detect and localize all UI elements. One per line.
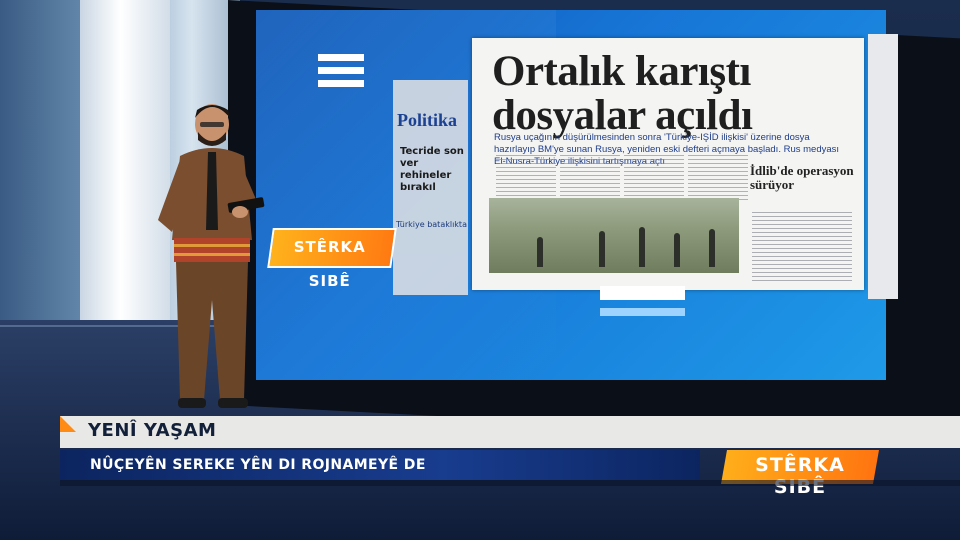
article-column xyxy=(688,155,748,200)
background-paper-name: Politika xyxy=(397,110,458,130)
background-paper-headline: Tecride son ver rehineler bırakıl xyxy=(400,146,464,193)
background-paper-caption: Türkiye bataklıkta xyxy=(396,220,467,229)
screen-bar-graphic xyxy=(600,286,685,300)
adjacent-newspaper xyxy=(868,34,898,299)
lower-third-subtitle: NÛÇEYÊN SEREKE YÊN DI ROJNAMEYÊ DE xyxy=(90,457,426,473)
article-column xyxy=(496,155,556,200)
screen-bar-graphic xyxy=(600,308,685,316)
newspaper-headline: Ortalık karıştı dosyalar açıldı xyxy=(492,50,852,138)
side-article-text xyxy=(752,212,852,284)
lower-third-accent xyxy=(60,416,76,432)
channel-logo-text: STÊRKA SIBÊ xyxy=(755,454,845,498)
headline-line-1: Ortalık karıştı xyxy=(492,48,751,95)
article-column xyxy=(624,155,684,200)
hamburger-graphic-icon xyxy=(318,54,364,93)
presenter xyxy=(158,104,265,408)
side-article-headline: İdlib'de operasyon sürüyor xyxy=(750,163,854,192)
screen-channel-logo: STÊRKA SIBÊ xyxy=(267,228,397,290)
article-column xyxy=(560,155,620,200)
lower-third-shadow xyxy=(60,480,960,486)
lower-third-title: YENÎ YAŞAM xyxy=(88,420,217,441)
screen-logo-text: STÊRKA SIBÊ xyxy=(293,238,366,290)
newspaper-photo xyxy=(489,198,739,273)
